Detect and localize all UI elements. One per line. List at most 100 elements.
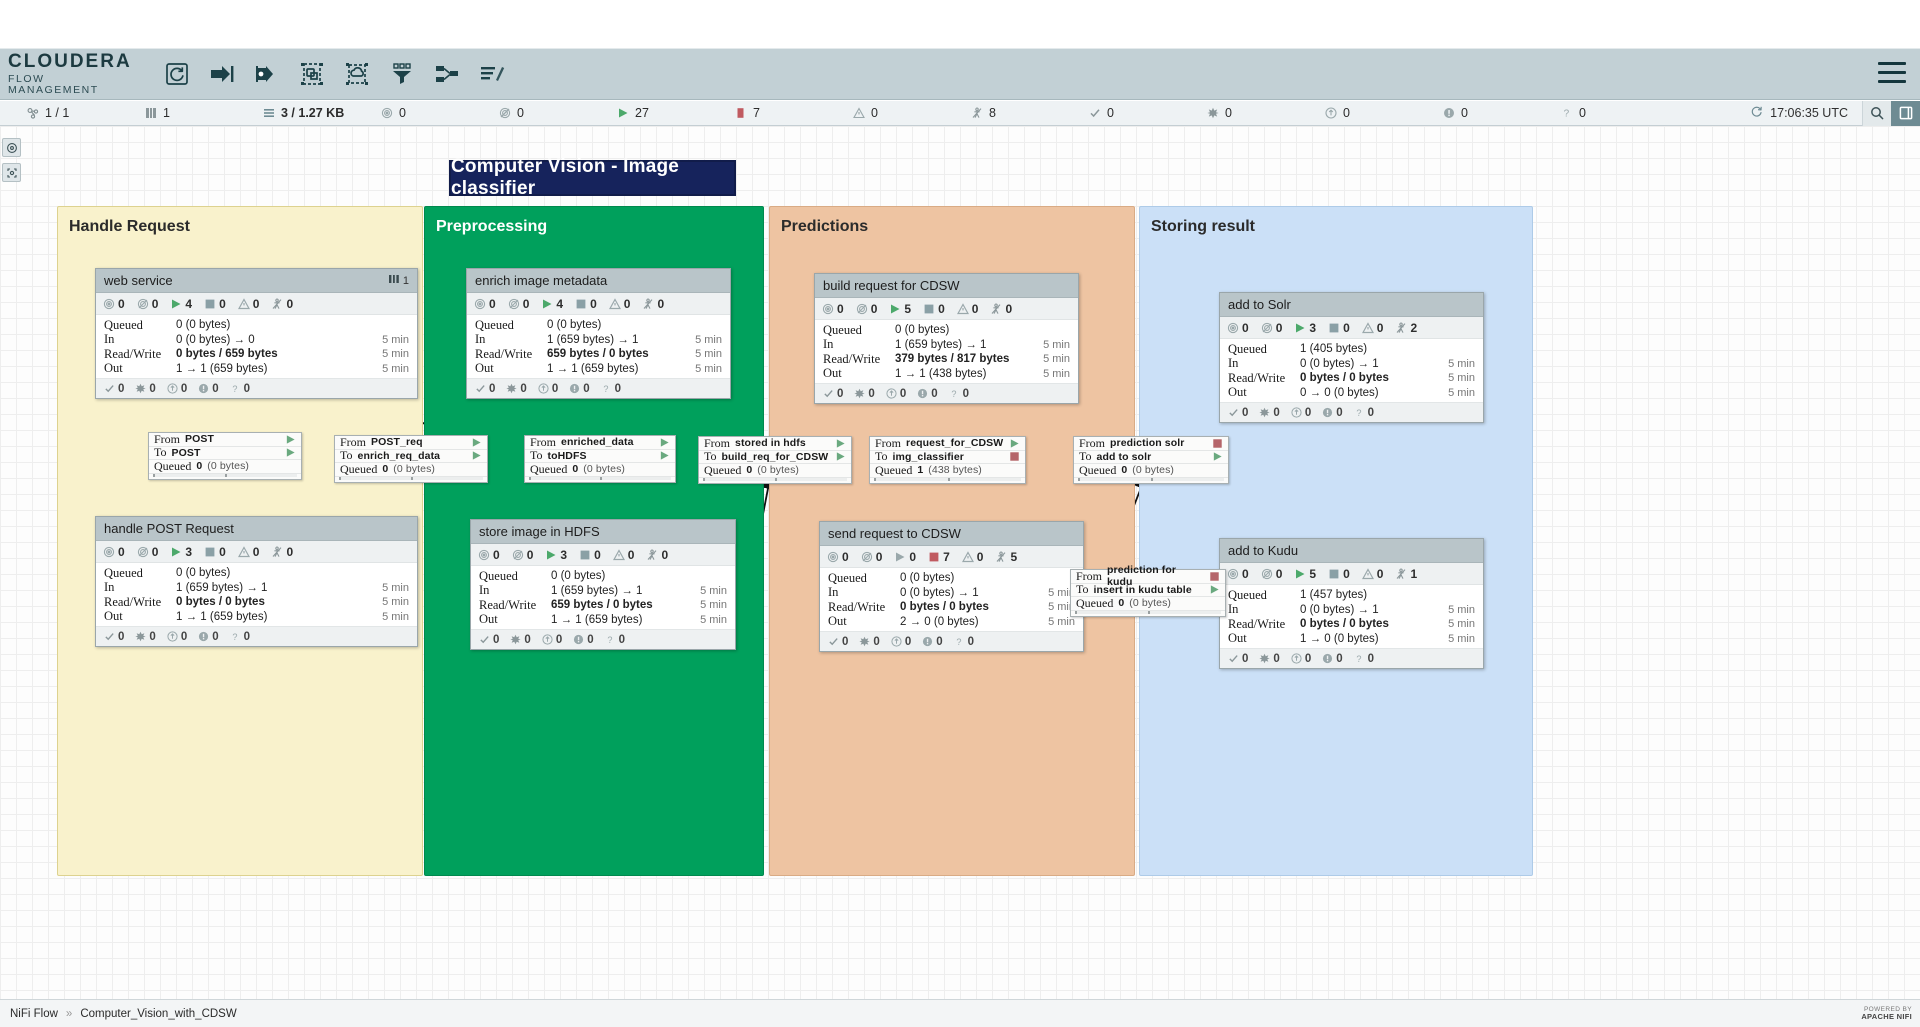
search-icon[interactable] <box>1862 100 1891 126</box>
birdseye-icon[interactable] <box>2 138 21 157</box>
processor-bulletins: 0 0 0 0 ? 0 <box>1220 402 1483 422</box>
breadcrumb-root[interactable]: NiFi Flow <box>10 1008 58 1020</box>
metric-row: In 0 (0 bytes) → 15 min <box>820 585 1083 601</box>
breadcrumb-current[interactable]: Computer_Vision_with_CDSW <box>80 1008 236 1020</box>
status-sync-failure: 0 <box>1416 106 1534 120</box>
metric-value: 659 bytes / 0 bytes <box>547 348 649 361</box>
processor-web-service[interactable]: web service 1 0 0 4 0 0 0 Queued 0 (0 byt… <box>95 268 418 399</box>
connection-from-value: request_for_CDSW <box>906 437 1004 450</box>
processor-status-chips: 0 0 4 0 0 0 <box>467 293 730 315</box>
connection-postreq-to-enrich[interactable]: From POST_req To enrich_req_data Queued … <box>334 435 488 483</box>
metric-value: 659 bytes / 0 bytes <box>551 599 653 612</box>
metric-label: Queued <box>1228 341 1267 356</box>
processor-handle-post-request[interactable]: handle POST Request 0 0 3 0 0 0 Queued 0 … <box>95 516 418 647</box>
connection-storedhdfs-to-buildreq[interactable]: From stored in hdfs To build_req_for_CDS… <box>698 436 852 484</box>
chip-not-transmitting: 0 <box>856 302 877 316</box>
foot-value: 0 <box>551 382 559 395</box>
metric-label: Queued <box>104 317 143 332</box>
connect-nodes-icon[interactable] <box>426 54 467 94</box>
metric-time: 5 min <box>1043 338 1070 351</box>
status-stopped: 7 <box>708 106 826 120</box>
process-group-icon <box>144 107 157 120</box>
foot-value: 0 <box>614 382 622 395</box>
metric-row: In 1 (659 bytes) → 1 5 min <box>96 580 417 596</box>
metric-label: Out <box>1228 385 1247 400</box>
metric-row: Queued 0 (0 bytes) <box>815 323 1078 338</box>
foot-info: 0 <box>198 383 219 395</box>
chip-value: 5 <box>904 301 912 316</box>
chip-value: 3 <box>185 544 193 559</box>
import-into-icon[interactable] <box>201 54 242 94</box>
chip-transmitting: 0 <box>478 548 500 562</box>
running-icon <box>285 434 296 445</box>
metric-time: 5 min <box>700 584 727 597</box>
connection-queue-bar <box>339 476 483 480</box>
flow-canvas[interactable]: Handle Request Preprocessing Predictions… <box>0 126 1920 999</box>
running-icon <box>285 447 296 458</box>
running-icon <box>659 450 670 461</box>
metric-value: 1 (457 bytes) <box>1300 589 1368 602</box>
connection-post-to-post[interactable]: From POST To POST Queued 0 (0 bytes) <box>148 432 302 480</box>
metric-label: Queued <box>828 570 867 585</box>
processor-store-image-in-hdfs[interactable]: store image in HDFS 0 0 3 0 0 0 Queued 0 … <box>470 519 736 650</box>
status-disabled: 8 <box>944 106 1062 120</box>
metric-time: 5 min <box>695 333 722 346</box>
foot-value: 0 <box>873 635 880 648</box>
breadcrumb: NiFi Flow » Computer_Vision_with_CDSW <box>10 1008 237 1020</box>
processor-name: build request for CDSW <box>823 278 960 293</box>
foot-value: 0 <box>1336 652 1343 665</box>
toggle-panel-icon[interactable] <box>1891 100 1920 126</box>
metric-time: 5 min <box>1448 357 1475 370</box>
connection-from-value: POST <box>185 433 215 446</box>
flow-banner-label[interactable]: Computer Vision - Image classifier <box>449 156 736 199</box>
running-icon <box>471 450 482 461</box>
export-from-icon[interactable] <box>246 54 287 94</box>
connection-predictionsolr-to-addtosolr[interactable]: From prediction solr To add to solr Queu… <box>1073 436 1229 484</box>
metric-label: Read/Write <box>823 351 881 366</box>
foot-check: 0 <box>104 383 124 395</box>
connection-reqcdsw-to-imgclassifier[interactable]: From request_for_CDSW To img_classifier … <box>869 436 1026 484</box>
foot-info: 0 <box>573 634 594 646</box>
chip-invalid: 0 <box>237 297 259 311</box>
processor-build-request-for-cdsw[interactable]: build request for CDSW 0 0 5 0 0 0 Queue… <box>814 273 1079 404</box>
metric-value: 1 (405 bytes) <box>1300 343 1368 356</box>
foot-asterisk: 0 <box>506 383 527 395</box>
processor-enrich-image-metadata[interactable]: enrich image metadata 0 0 4 0 0 0 Queued… <box>466 268 731 399</box>
remote-group-icon[interactable] <box>336 54 377 94</box>
connection-queued-label: Queued <box>704 462 742 477</box>
status-not-transmitting-value: 0 <box>517 106 524 120</box>
notes-icon[interactable] <box>471 54 512 94</box>
refresh-icon[interactable] <box>156 54 197 94</box>
chip-stopped: 0 <box>204 297 226 311</box>
group-add-icon[interactable] <box>291 54 332 94</box>
processor-send-request-to-cdsw[interactable]: send request to CDSW 0 0 0 7 0 5 Queued 0… <box>819 521 1084 652</box>
foot-value: 0 <box>936 635 943 648</box>
connection-enricheddata-to-tohdfs[interactable]: From enriched_data To toHDFS Queued 0 (0… <box>524 435 676 483</box>
status-unknown-version: ? 0 <box>1534 106 1652 120</box>
foot-value: 0 <box>243 382 251 395</box>
fit-to-screen-icon[interactable] <box>2 163 21 182</box>
connection-from-row: From stored in hdfs <box>699 436 851 451</box>
funnel-icon[interactable] <box>381 54 422 94</box>
connection-predictionkudu-to-insertkudu[interactable]: From prediction for kudu To insert in ku… <box>1070 564 1226 617</box>
metric-row: Queued 0 (0 bytes) <box>96 318 417 333</box>
chip-value: 0 <box>151 296 159 311</box>
status-process-groups-value: 1 <box>163 106 170 120</box>
hamburger-menu-icon[interactable] <box>1878 62 1906 86</box>
metric-time: 5 min <box>382 348 409 361</box>
foot-check: 0 <box>479 634 499 646</box>
chip-running: 4 <box>541 297 563 311</box>
connection-queue-bar <box>874 477 1021 481</box>
foot-value: 0 <box>962 387 970 400</box>
foot-value: 0 <box>212 630 219 643</box>
foot-value: 0 <box>243 630 251 643</box>
connection-from-row: From prediction for kudu <box>1071 564 1225 588</box>
chip-disabled: 5 <box>995 550 1017 564</box>
chip-value: 0 <box>661 547 669 562</box>
metric-row: Out 1 → 1 (659 bytes) 5 min <box>96 361 417 377</box>
metric-row: Read/Write 0 bytes / 659 bytes 5 min <box>96 347 417 362</box>
processor-add-to-kudu[interactable]: add to Kudu 0 0 5 0 0 1 Queued 1 (457 byt… <box>1219 538 1484 669</box>
processor-add-to-solr[interactable]: add to Solr 0 0 3 0 0 2 Queued 1 (405 byt… <box>1219 292 1484 423</box>
chip-stopped: 0 <box>1328 567 1350 581</box>
svg-text:?: ? <box>232 632 237 642</box>
